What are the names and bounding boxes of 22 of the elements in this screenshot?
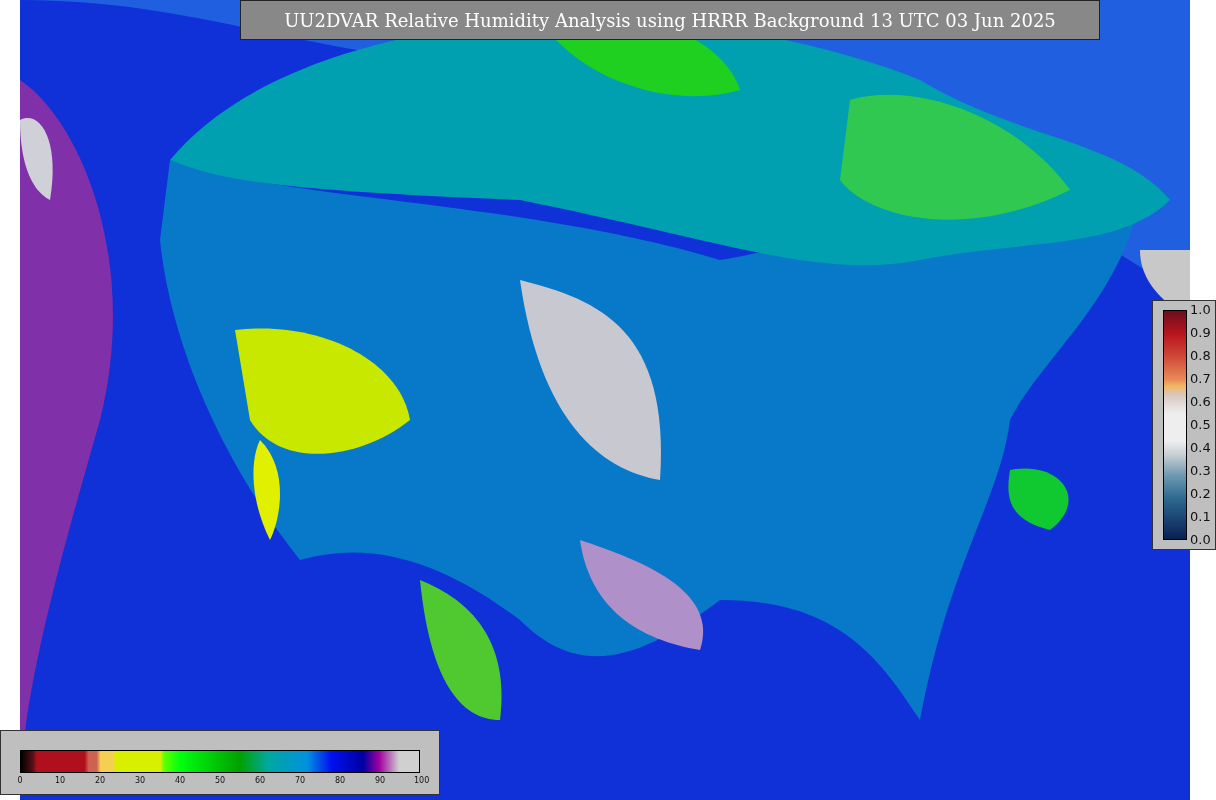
tick-label: 0.5 xyxy=(1190,417,1211,433)
tick-label: 0.3 xyxy=(1190,463,1211,479)
tick-label: 50 xyxy=(214,776,226,785)
tick-label: 80 xyxy=(334,776,346,785)
tick-label: 0.8 xyxy=(1190,348,1211,364)
tick-label: 90 xyxy=(374,776,386,785)
tick-label: 70 xyxy=(294,776,306,785)
tick-label: 0.6 xyxy=(1190,394,1211,410)
tick-label: 30 xyxy=(134,776,146,785)
tick-label: 1.0 xyxy=(1190,302,1211,318)
tick-label: 0.1 xyxy=(1190,509,1211,525)
tick-label: 0.2 xyxy=(1190,486,1211,502)
tick-label: 0.4 xyxy=(1190,440,1211,456)
map-title: UU2DVAR Relative Humidity Analysis using HRRR Background 13 UTC 03 Jun 2025 xyxy=(240,0,1100,40)
tick-label: 40 xyxy=(174,776,186,785)
tick-label: 0.9 xyxy=(1190,325,1211,341)
tick-label: 20 xyxy=(94,776,106,785)
tick-label: 60 xyxy=(254,776,266,785)
tick-label: 0 xyxy=(16,776,24,785)
tick-label: 0.7 xyxy=(1190,371,1211,387)
tick-label: 0.0 xyxy=(1190,532,1211,548)
tick-label: 10 xyxy=(54,776,66,785)
